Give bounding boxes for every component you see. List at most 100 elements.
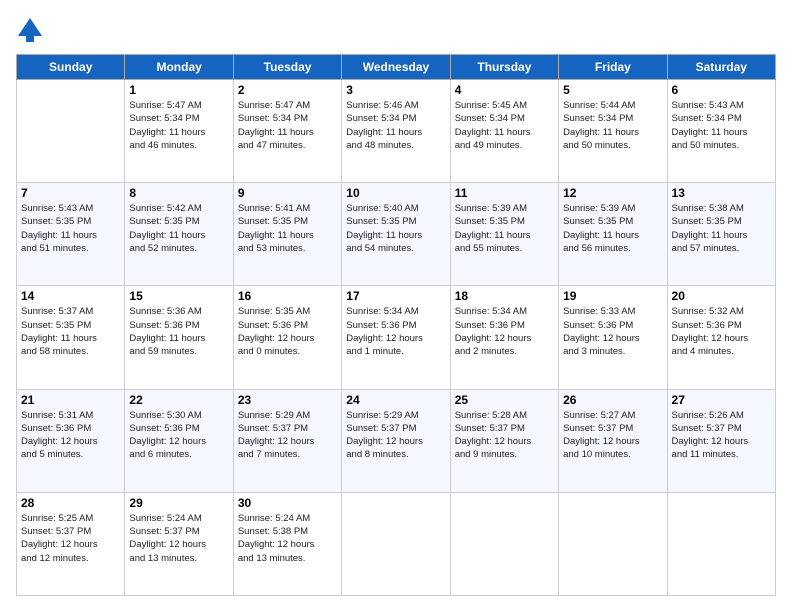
- day-number: 26: [563, 393, 662, 407]
- day-header-monday: Monday: [125, 55, 233, 80]
- day-info: Sunrise: 5:24 AM Sunset: 5:38 PM Dayligh…: [238, 512, 337, 565]
- calendar-cell: 28 Sunrise: 5:25 AM Sunset: 5:37 PM Dayli…: [17, 492, 125, 595]
- day-number: 3: [346, 83, 445, 97]
- calendar-cell: 13 Sunrise: 5:38 AM Sunset: 5:35 PM Dayli…: [667, 183, 775, 286]
- day-info: Sunrise: 5:35 AM Sunset: 5:36 PM Dayligh…: [238, 305, 337, 358]
- calendar-week-4: 21 Sunrise: 5:31 AM Sunset: 5:36 PM Dayli…: [17, 389, 776, 492]
- day-number: 13: [672, 186, 771, 200]
- day-info: Sunrise: 5:46 AM Sunset: 5:34 PM Dayligh…: [346, 99, 445, 152]
- day-number: 4: [455, 83, 554, 97]
- calendar-cell: 22 Sunrise: 5:30 AM Sunset: 5:36 PM Dayli…: [125, 389, 233, 492]
- day-info: Sunrise: 5:34 AM Sunset: 5:36 PM Dayligh…: [455, 305, 554, 358]
- day-number: 25: [455, 393, 554, 407]
- calendar-cell: 8Sunrise: 5:42 AM Sunset: 5:35 PM Daylig…: [125, 183, 233, 286]
- day-number: 21: [21, 393, 120, 407]
- day-number: 23: [238, 393, 337, 407]
- day-number: 17: [346, 289, 445, 303]
- day-number: 11: [455, 186, 554, 200]
- day-info: Sunrise: 5:44 AM Sunset: 5:34 PM Dayligh…: [563, 99, 662, 152]
- day-info: Sunrise: 5:26 AM Sunset: 5:37 PM Dayligh…: [672, 409, 771, 462]
- calendar-week-1: 1 Sunrise: 5:47 AM Sunset: 5:34 PM Daylig…: [17, 80, 776, 183]
- day-number: 22: [129, 393, 228, 407]
- calendar-cell: 23 Sunrise: 5:29 AM Sunset: 5:37 PM Dayli…: [233, 389, 341, 492]
- day-info: Sunrise: 5:32 AM Sunset: 5:36 PM Dayligh…: [672, 305, 771, 358]
- day-info: Sunrise: 5:42 AM Sunset: 5:35 PM Dayligh…: [129, 202, 228, 255]
- calendar-cell: 5 Sunrise: 5:44 AM Sunset: 5:34 PM Daylig…: [559, 80, 667, 183]
- calendar-cell: 7 Sunrise: 5:43 AM Sunset: 5:35 PM Daylig…: [17, 183, 125, 286]
- day-header-saturday: Saturday: [667, 55, 775, 80]
- day-info: Sunrise: 5:36 AM Sunset: 5:36 PM Dayligh…: [129, 305, 228, 358]
- day-info: Sunrise: 5:30 AM Sunset: 5:36 PM Dayligh…: [129, 409, 228, 462]
- page: SundayMondayTuesdayWednesdayThursdayFrid…: [0, 0, 792, 612]
- day-number: 30: [238, 496, 337, 510]
- day-header-thursday: Thursday: [450, 55, 558, 80]
- calendar-cell: 24Sunrise: 5:29 AM Sunset: 5:37 PM Dayli…: [342, 389, 450, 492]
- day-header-friday: Friday: [559, 55, 667, 80]
- day-info: Sunrise: 5:25 AM Sunset: 5:37 PM Dayligh…: [21, 512, 120, 565]
- day-header-sunday: Sunday: [17, 55, 125, 80]
- day-number: 5: [563, 83, 662, 97]
- logo-icon: [16, 16, 44, 44]
- day-number: 6: [672, 83, 771, 97]
- calendar-cell: 25 Sunrise: 5:28 AM Sunset: 5:37 PM Dayli…: [450, 389, 558, 492]
- calendar-cell: 30 Sunrise: 5:24 AM Sunset: 5:38 PM Dayli…: [233, 492, 341, 595]
- calendar-cell: [17, 80, 125, 183]
- day-info: Sunrise: 5:47 AM Sunset: 5:34 PM Dayligh…: [129, 99, 228, 152]
- day-number: 29: [129, 496, 228, 510]
- day-header-tuesday: Tuesday: [233, 55, 341, 80]
- calendar-cell: 2Sunrise: 5:47 AM Sunset: 5:34 PM Daylig…: [233, 80, 341, 183]
- calendar-cell: [342, 492, 450, 595]
- day-info: Sunrise: 5:31 AM Sunset: 5:36 PM Dayligh…: [21, 409, 120, 462]
- day-number: 15: [129, 289, 228, 303]
- day-number: 18: [455, 289, 554, 303]
- calendar-cell: 9 Sunrise: 5:41 AM Sunset: 5:35 PM Daylig…: [233, 183, 341, 286]
- calendar-cell: 12 Sunrise: 5:39 AM Sunset: 5:35 PM Dayli…: [559, 183, 667, 286]
- calendar-cell: 15 Sunrise: 5:36 AM Sunset: 5:36 PM Dayli…: [125, 286, 233, 389]
- calendar-week-3: 14Sunrise: 5:37 AM Sunset: 5:35 PM Dayli…: [17, 286, 776, 389]
- logo: [16, 16, 48, 44]
- day-number: 10: [346, 186, 445, 200]
- day-header-wednesday: Wednesday: [342, 55, 450, 80]
- day-info: Sunrise: 5:41 AM Sunset: 5:35 PM Dayligh…: [238, 202, 337, 255]
- calendar-cell: 16Sunrise: 5:35 AM Sunset: 5:36 PM Dayli…: [233, 286, 341, 389]
- day-info: Sunrise: 5:29 AM Sunset: 5:37 PM Dayligh…: [238, 409, 337, 462]
- calendar-table: SundayMondayTuesdayWednesdayThursdayFrid…: [16, 54, 776, 596]
- calendar-cell: [559, 492, 667, 595]
- day-info: Sunrise: 5:43 AM Sunset: 5:34 PM Dayligh…: [672, 99, 771, 152]
- day-info: Sunrise: 5:45 AM Sunset: 5:34 PM Dayligh…: [455, 99, 554, 152]
- calendar-cell: 4 Sunrise: 5:45 AM Sunset: 5:34 PM Daylig…: [450, 80, 558, 183]
- calendar-cell: 21 Sunrise: 5:31 AM Sunset: 5:36 PM Dayli…: [17, 389, 125, 492]
- calendar-cell: 19Sunrise: 5:33 AM Sunset: 5:36 PM Dayli…: [559, 286, 667, 389]
- calendar-cell: [667, 492, 775, 595]
- day-info: Sunrise: 5:29 AM Sunset: 5:37 PM Dayligh…: [346, 409, 445, 462]
- calendar-cell: 11 Sunrise: 5:39 AM Sunset: 5:35 PM Dayli…: [450, 183, 558, 286]
- day-info: Sunrise: 5:43 AM Sunset: 5:35 PM Dayligh…: [21, 202, 120, 255]
- header: [16, 16, 776, 44]
- day-number: 20: [672, 289, 771, 303]
- calendar-cell: [450, 492, 558, 595]
- day-info: Sunrise: 5:27 AM Sunset: 5:37 PM Dayligh…: [563, 409, 662, 462]
- day-info: Sunrise: 5:34 AM Sunset: 5:36 PM Dayligh…: [346, 305, 445, 358]
- day-number: 9: [238, 186, 337, 200]
- day-number: 14: [21, 289, 120, 303]
- calendar-cell: 14Sunrise: 5:37 AM Sunset: 5:35 PM Dayli…: [17, 286, 125, 389]
- day-info: Sunrise: 5:40 AM Sunset: 5:35 PM Dayligh…: [346, 202, 445, 255]
- calendar-cell: 20 Sunrise: 5:32 AM Sunset: 5:36 PM Dayli…: [667, 286, 775, 389]
- day-number: 27: [672, 393, 771, 407]
- day-info: Sunrise: 5:33 AM Sunset: 5:36 PM Dayligh…: [563, 305, 662, 358]
- calendar-cell: 29 Sunrise: 5:24 AM Sunset: 5:37 PM Dayli…: [125, 492, 233, 595]
- day-info: Sunrise: 5:24 AM Sunset: 5:37 PM Dayligh…: [129, 512, 228, 565]
- calendar-cell: 27 Sunrise: 5:26 AM Sunset: 5:37 PM Dayli…: [667, 389, 775, 492]
- calendar-week-5: 28 Sunrise: 5:25 AM Sunset: 5:37 PM Dayli…: [17, 492, 776, 595]
- day-info: Sunrise: 5:47 AM Sunset: 5:34 PM Dayligh…: [238, 99, 337, 152]
- day-info: Sunrise: 5:39 AM Sunset: 5:35 PM Dayligh…: [563, 202, 662, 255]
- day-info: Sunrise: 5:38 AM Sunset: 5:35 PM Dayligh…: [672, 202, 771, 255]
- day-number: 28: [21, 496, 120, 510]
- day-number: 7: [21, 186, 120, 200]
- calendar-cell: 17 Sunrise: 5:34 AM Sunset: 5:36 PM Dayli…: [342, 286, 450, 389]
- day-info: Sunrise: 5:28 AM Sunset: 5:37 PM Dayligh…: [455, 409, 554, 462]
- day-info: Sunrise: 5:39 AM Sunset: 5:35 PM Dayligh…: [455, 202, 554, 255]
- day-number: 1: [129, 83, 228, 97]
- day-number: 12: [563, 186, 662, 200]
- calendar-cell: 10 Sunrise: 5:40 AM Sunset: 5:35 PM Dayli…: [342, 183, 450, 286]
